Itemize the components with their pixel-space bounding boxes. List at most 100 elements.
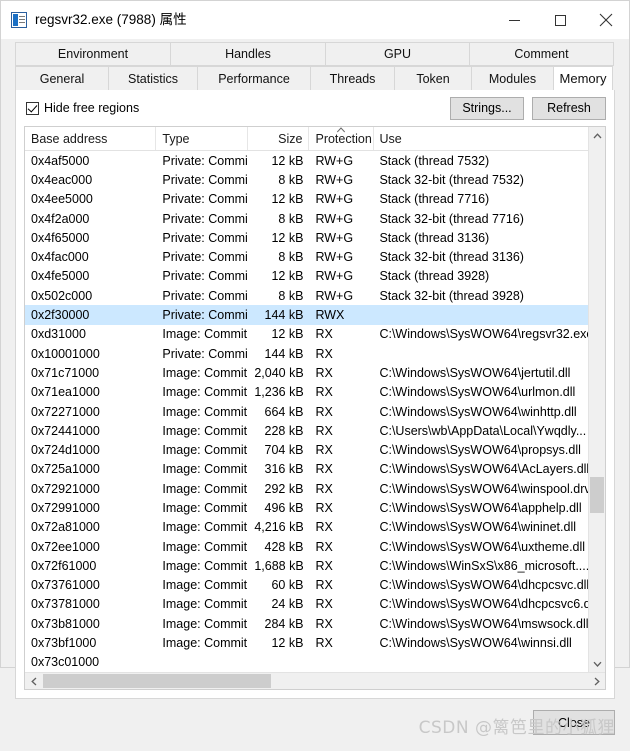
scroll-down-button[interactable] xyxy=(589,655,605,672)
cell-protection: RX xyxy=(315,481,333,496)
column-header-size[interactable]: Size xyxy=(248,127,310,150)
tab-environment[interactable]: Environment xyxy=(15,42,171,66)
strings-button[interactable]: Strings... xyxy=(450,96,524,120)
table-row[interactable]: 0x2f30000 Private: Commit 144 kB RWX xyxy=(25,305,605,325)
refresh-button[interactable]: Refresh xyxy=(532,96,606,120)
cell-use: C:\Windows\WinSxS\x86_microsoft.... xyxy=(379,558,590,573)
table-row[interactable]: 0x725a1000 Image: Commit 316 kB RX C:\Window… xyxy=(25,460,605,479)
scroll-right-button[interactable] xyxy=(588,673,605,689)
cell-type: Image: Commit xyxy=(162,327,248,342)
column-header-base-address[interactable]: Base address xyxy=(25,127,157,150)
tab-gpu[interactable]: GPU xyxy=(325,42,470,66)
cell-protection: RW+G xyxy=(315,192,354,207)
cell-base: 0x4fac000 xyxy=(31,250,89,265)
cell-protection: RX xyxy=(315,616,333,631)
table-row[interactable]: 0x4eac000 Private: Commit 8 kB RW+G Stack 32… xyxy=(25,170,605,189)
listview-rows[interactable]: 0x4af5000 Private: Commit 12 kB RW+G Stack (… xyxy=(25,151,605,672)
table-row[interactable]: 0x72f61000 Image: Commit 1,688 kB RX C:\Wind… xyxy=(25,556,605,575)
cell-protection: RX xyxy=(315,578,333,593)
vertical-scrollbar[interactable] xyxy=(588,127,605,673)
cell-protection: RX xyxy=(315,462,333,477)
cell-type: Private: Commit xyxy=(162,288,249,303)
cell-use: C:\Windows\SysWOW64\urlmon.dll xyxy=(379,385,576,400)
tab-statistics[interactable]: Statistics xyxy=(108,66,198,90)
cell-size: 316 kB xyxy=(264,462,304,477)
tab-performance[interactable]: Performance xyxy=(197,66,311,90)
vertical-scrollbar-thumb[interactable] xyxy=(590,477,604,513)
sort-ascending-icon xyxy=(336,127,346,133)
tab-memory[interactable]: Memory xyxy=(553,66,613,90)
minimize-icon[interactable] xyxy=(491,1,537,39)
cell-base: 0x72ee1000 xyxy=(31,539,100,554)
column-header-protection[interactable]: Protection xyxy=(309,127,374,150)
cell-type: Private: Commit xyxy=(162,250,249,265)
table-row[interactable]: 0x72271000 Image: Commit 664 kB RX C:\Window… xyxy=(25,402,605,421)
cell-use: C:\Windows\SysWOW64\AcLayers.dll xyxy=(379,462,590,477)
table-row[interactable]: 0x72a81000 Image: Commit 4,216 kB RX C:\Wind… xyxy=(25,518,605,537)
cell-type: Image: Commit xyxy=(162,578,248,593)
close-button[interactable]: Close xyxy=(533,710,615,736)
cell-protection: RX xyxy=(315,558,333,573)
cell-use: Stack (thread 3136) xyxy=(379,230,490,245)
cell-protection: RW+G xyxy=(315,250,354,265)
listview-body: Base address Type Size Protection Use 0x… xyxy=(25,127,606,673)
process-properties-icon xyxy=(11,12,27,28)
cell-use: Stack 32-bit (thread 7716) xyxy=(379,211,524,226)
cell-base: 0x4fe5000 xyxy=(31,269,90,284)
table-row[interactable]: 0x724d1000 Image: Commit 704 kB RX C:\Window… xyxy=(25,440,605,459)
cell-size: 12 kB xyxy=(271,269,304,284)
column-header-type[interactable]: Type xyxy=(156,127,249,150)
table-row[interactable]: 0x4af5000 Private: Commit 12 kB RW+G Stack (… xyxy=(25,151,605,170)
cell-type: Private: Commit xyxy=(162,308,249,323)
table-row[interactable]: 0x73761000 Image: Commit 60 kB RX C:\Windows… xyxy=(25,576,605,595)
table-row[interactable]: 0x72ee1000 Image: Commit 428 kB RX C:\Window… xyxy=(25,537,605,556)
cell-size: 704 kB xyxy=(264,443,304,458)
tab-general[interactable]: General xyxy=(15,66,109,90)
table-row[interactable]: 0x73b81000 Image: Commit 284 kB RX C:\Window… xyxy=(25,614,605,633)
scroll-up-button[interactable] xyxy=(589,127,605,144)
hide-free-regions-checkbox[interactable]: Hide free regions xyxy=(26,101,139,115)
table-row[interactable]: 0x73c01000 xyxy=(25,653,605,672)
cell-base: 0x4f2a000 xyxy=(31,211,90,226)
cell-size: 8 kB xyxy=(278,250,304,265)
tab-modules[interactable]: Modules xyxy=(471,66,554,90)
cell-size: 12 kB xyxy=(271,230,304,245)
column-label: Base address xyxy=(31,131,108,146)
table-row[interactable]: 0x4fac000 Private: Commit 8 kB RW+G Stack 32… xyxy=(25,247,605,266)
table-row[interactable]: 0x72441000 Image: Commit 228 kB RX C:\Users\… xyxy=(25,421,605,440)
tab-row-lower: General Statistics Performance Threads T… xyxy=(15,66,615,90)
cell-base: 0x72a81000 xyxy=(31,520,100,535)
tab-threads[interactable]: Threads xyxy=(310,66,395,90)
table-row[interactable]: 0xd31000 Image: Commit 12 kB RX C:\Windows\S… xyxy=(25,325,605,344)
table-row[interactable]: 0x10001000 Private: Commit 144 kB RX xyxy=(25,344,605,363)
tab-handles[interactable]: Handles xyxy=(170,42,326,66)
horizontal-scrollbar[interactable] xyxy=(25,672,605,690)
horizontal-scrollbar-thumb[interactable] xyxy=(43,674,271,689)
cell-base: 0x73761000 xyxy=(31,578,100,593)
cell-type: Image: Commit xyxy=(162,520,248,535)
table-row[interactable]: 0x72991000 Image: Commit 496 kB RX C:\Window… xyxy=(25,498,605,517)
toolbar-buttons: Strings... Refresh xyxy=(450,96,606,120)
table-row[interactable]: 0x73bf1000 Image: Commit 12 kB RX C:\Windows… xyxy=(25,633,605,652)
table-row[interactable]: 0x73781000 Image: Commit 24 kB RX C:\Windows… xyxy=(25,595,605,614)
tab-label: General xyxy=(39,71,85,86)
cell-use: C:\Windows\SysWOW64\wininet.dll xyxy=(379,520,577,535)
cell-base: 0x2f30000 xyxy=(31,308,90,323)
close-icon[interactable] xyxy=(583,1,629,39)
scroll-left-button[interactable] xyxy=(25,673,42,689)
table-row[interactable]: 0x4fe5000 Private: Commit 12 kB RW+G Stack (… xyxy=(25,267,605,286)
cell-base: 0x72271000 xyxy=(31,404,100,419)
tab-token[interactable]: Token xyxy=(394,66,472,90)
table-row[interactable]: 0x72921000 Image: Commit 292 kB RX C:\Window… xyxy=(25,479,605,498)
maximize-icon[interactable] xyxy=(537,1,583,39)
table-row[interactable]: 0x4ee5000 Private: Commit 12 kB RW+G Stack (… xyxy=(25,190,605,209)
cell-use: C:\Windows\SysWOW64\uxtheme.dll xyxy=(379,539,586,554)
table-row[interactable]: 0x71ea1000 Image: Commit 1,236 kB RX C:\Wind… xyxy=(25,383,605,402)
table-row[interactable]: 0x4f2a000 Private: Commit 8 kB RW+G Stack 32… xyxy=(25,209,605,228)
table-row[interactable]: 0x71c71000 Image: Commit 2,040 kB RX C:\Wind… xyxy=(25,363,605,382)
cell-size: 496 kB xyxy=(264,500,304,515)
table-row[interactable]: 0x502c000 Private: Commit 8 kB RW+G Stack 32… xyxy=(25,286,605,305)
column-header-use[interactable]: Use xyxy=(374,127,606,150)
tab-comment[interactable]: Comment xyxy=(469,42,614,66)
table-row[interactable]: 0x4f65000 Private: Commit 12 kB RW+G Stack (… xyxy=(25,228,605,247)
